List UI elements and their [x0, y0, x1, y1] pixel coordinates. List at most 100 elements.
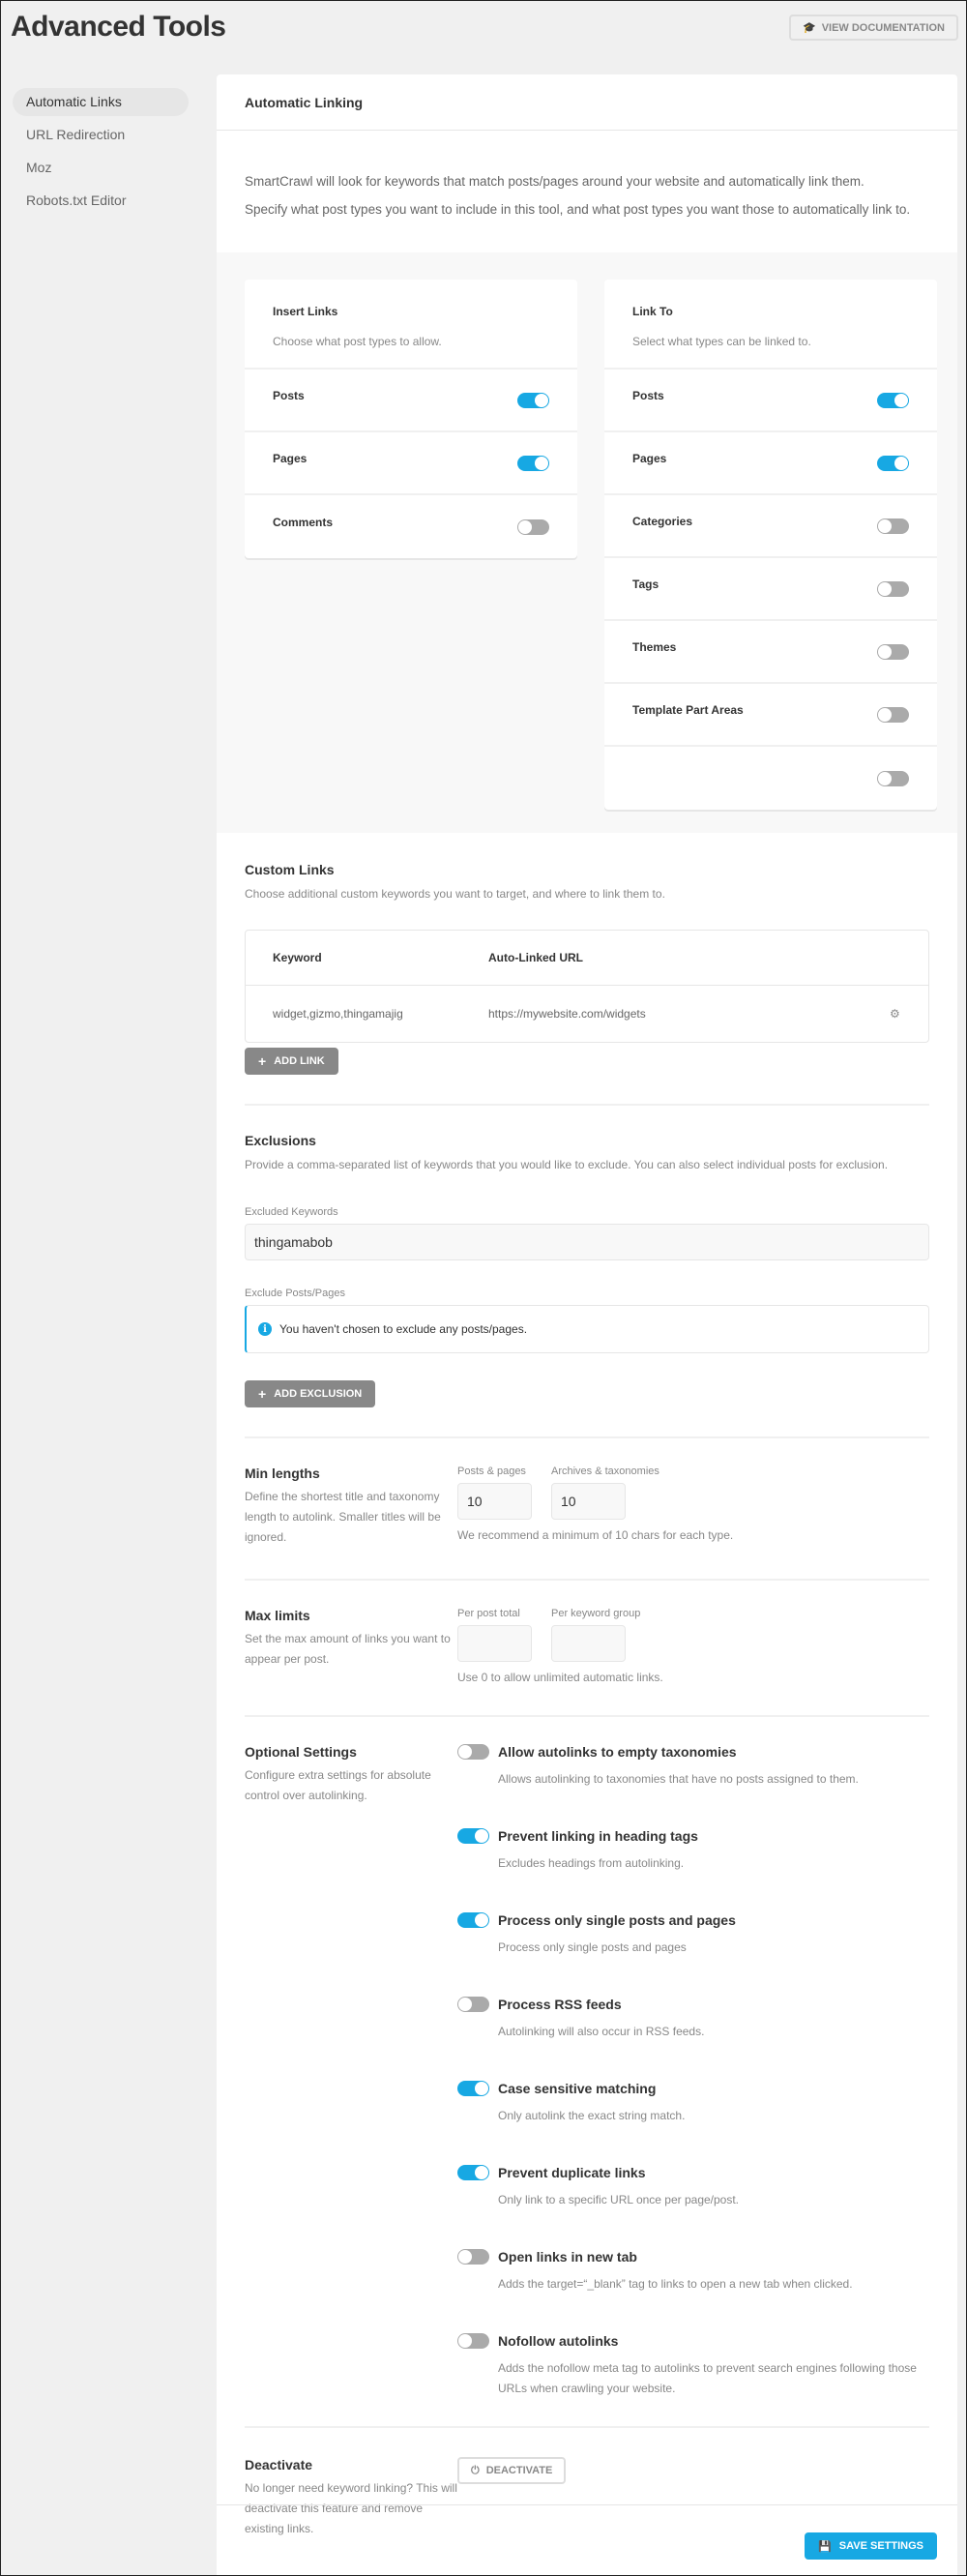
link-to-card: Link To Select what types can be linked …: [604, 280, 937, 810]
insert-posts-toggle[interactable]: [517, 392, 549, 408]
per-post-total-input[interactable]: [457, 1625, 532, 1662]
toggle-label: Categories: [632, 514, 693, 528]
add-link-label: ADD LINK: [274, 1055, 325, 1067]
field-label: Per post total: [457, 1608, 520, 1619]
option-item: Process only single posts and pages Proce…: [457, 1912, 929, 1958]
insert-comments-toggle[interactable]: [517, 518, 549, 535]
column-header-keyword: Keyword: [273, 951, 322, 964]
link-template-part-areas-toggle[interactable]: [877, 706, 909, 723]
nofollow-toggle[interactable]: [457, 2333, 489, 2349]
insert-pages-toggle[interactable]: [517, 455, 549, 471]
view-documentation-button[interactable]: 🎓 VIEW DOCUMENTATION: [788, 15, 958, 41]
toggle-row: [604, 747, 937, 810]
main-panel: Automatic Linking SmartCrawl will look f…: [217, 74, 957, 2575]
notice-text: You haven't chosen to exclude any posts/…: [279, 1322, 528, 1336]
toggle-row: Template Part Areas: [604, 684, 937, 747]
option-desc: Excludes headings from autolinking.: [498, 1856, 685, 1870]
gear-icon[interactable]: ⚙: [890, 1007, 900, 1021]
option-title: Process RSS feeds: [498, 1997, 622, 2012]
option-title: Open links in new tab: [498, 2249, 637, 2265]
option-item: Prevent duplicate links Only link to a sp…: [457, 2165, 929, 2210]
link-pages-toggle[interactable]: [877, 455, 909, 471]
card-title: Insert Links: [273, 305, 338, 318]
option-title: Prevent linking in heading tags: [498, 1828, 698, 1844]
option-title: Case sensitive matching: [498, 2081, 657, 2096]
field-label: Per keyword group: [551, 1608, 641, 1619]
section-desc: Set the max amount of links you want to …: [245, 1632, 451, 1666]
option-item: Open links in new tab Adds the target=“_b…: [457, 2249, 929, 2295]
add-exclusion-button[interactable]: + ADD EXCLUSION: [245, 1380, 376, 1407]
option-title: Allow autolinks to empty taxonomies: [498, 1744, 737, 1760]
plus-icon: +: [258, 1053, 267, 1069]
sidebar: Automatic Links URL Redirection Moz Robo…: [13, 88, 189, 220]
excluded-keywords-input[interactable]: [245, 1224, 929, 1260]
table-row: widget,gizmo,thingamajig https://mywebsi…: [246, 986, 928, 1042]
case-sensitive-toggle[interactable]: [457, 2081, 489, 2096]
toggle-label: Posts: [632, 388, 664, 402]
power-icon: ⏻: [471, 2464, 480, 2476]
save-settings-button[interactable]: 💾 SAVE SETTINGS: [805, 2532, 937, 2560]
option-title: Nofollow autolinks: [498, 2333, 619, 2349]
section-desc: Configure extra settings for absolute co…: [245, 1768, 431, 1802]
hint-text: Use 0 to allow unlimited automatic links…: [457, 1671, 663, 1684]
intro-line: SmartCrawl will look for keywords that m…: [245, 174, 864, 189]
option-desc: Only autolink the exact string match.: [498, 2109, 686, 2122]
link-themes-toggle[interactable]: [877, 643, 909, 660]
option-desc: Autolinking will also occur in RSS feeds…: [498, 2025, 705, 2038]
toggle-row: Comments: [245, 495, 577, 558]
link-categories-toggle[interactable]: [877, 518, 909, 534]
allow-empty-taxonomies-toggle[interactable]: [457, 1744, 489, 1760]
option-item: Allow autolinks to empty taxonomies Allow…: [457, 1744, 929, 1790]
toggle-row: Posts: [604, 370, 937, 432]
info-notice: i You haven't chosen to exclude any post…: [245, 1305, 929, 1353]
section-desc: Define the shortest title and taxonomy l…: [245, 1490, 441, 1544]
toggle-label: Comments: [273, 515, 334, 529]
table-header: Keyword Auto-Linked URL: [246, 931, 928, 986]
post-types-block: Insert Links Choose what post types to a…: [217, 252, 957, 833]
link-posts-toggle[interactable]: [877, 392, 909, 408]
section-title: Deactivate: [245, 2457, 313, 2472]
option-desc: Adds the target=“_blank” tag to links to…: [498, 2277, 853, 2291]
link-tags-toggle[interactable]: [877, 580, 909, 597]
min-posts-pages-input[interactable]: [457, 1483, 532, 1520]
link-unnamed-toggle[interactable]: [877, 770, 909, 786]
min-archives-taxonomies-input[interactable]: [551, 1483, 626, 1520]
min-lengths-section: Min lengths Define the shortest title an…: [217, 1438, 957, 1579]
hint-text: We recommend a minimum of 10 chars for e…: [457, 1528, 734, 1542]
deactivate-label: DEACTIVATE: [485, 2465, 553, 2476]
custom-links-section: Custom Links Choose additional custom ke…: [217, 833, 957, 1075]
sidebar-item-moz[interactable]: Moz: [13, 154, 189, 182]
section-title: Min lengths: [245, 1466, 320, 1481]
section-desc: Provide a comma-separated list of keywor…: [245, 1158, 889, 1171]
prevent-duplicate-toggle[interactable]: [457, 2165, 489, 2180]
toggle-label: Posts: [273, 388, 305, 402]
deactivate-button[interactable]: ⏻ DEACTIVATE: [457, 2457, 567, 2484]
field-label: Exclude Posts/Pages: [245, 1288, 345, 1299]
process-rss-toggle[interactable]: [457, 1997, 489, 2012]
intro-text: SmartCrawl will look for keywords that m…: [217, 131, 957, 252]
toggle-label: Template Part Areas: [632, 702, 744, 717]
column-header-url: Auto-Linked URL: [488, 951, 583, 964]
section-desc: Choose additional custom keywords you wa…: [245, 887, 665, 901]
single-posts-pages-toggle[interactable]: [457, 1912, 489, 1928]
section-title: Custom Links: [245, 862, 335, 877]
add-link-button[interactable]: + ADD LINK: [245, 1048, 338, 1075]
custom-links-table: Keyword Auto-Linked URL widget,gizmo,thi…: [245, 930, 929, 1043]
sidebar-item-automatic-links[interactable]: Automatic Links: [13, 88, 189, 116]
option-desc: Only link to a specific URL once per pag…: [498, 2193, 740, 2206]
per-keyword-group-input[interactable]: [551, 1625, 626, 1662]
new-tab-toggle[interactable]: [457, 2249, 489, 2265]
option-item: Nofollow autolinks Adds the nofollow meta…: [457, 2333, 929, 2399]
option-desc: Allows autolinking to taxonomies that ha…: [498, 1772, 859, 1786]
prevent-heading-links-toggle[interactable]: [457, 1828, 489, 1844]
sidebar-item-robots-txt-editor[interactable]: Robots.txt Editor: [13, 187, 189, 215]
card-desc: Choose what post types to allow.: [273, 335, 442, 348]
optional-settings-section: Optional Settings Configure extra settin…: [217, 1717, 957, 2426]
plus-icon: +: [258, 1386, 267, 1402]
add-exclusion-label: ADD EXCLUSION: [274, 1388, 363, 1400]
field-label: Archives & taxonomies: [551, 1466, 659, 1477]
sidebar-item-url-redirection[interactable]: URL Redirection: [13, 121, 189, 149]
card-title: Link To: [632, 305, 673, 318]
toggle-label: Pages: [273, 451, 308, 465]
toggle-row: Themes: [604, 621, 937, 684]
